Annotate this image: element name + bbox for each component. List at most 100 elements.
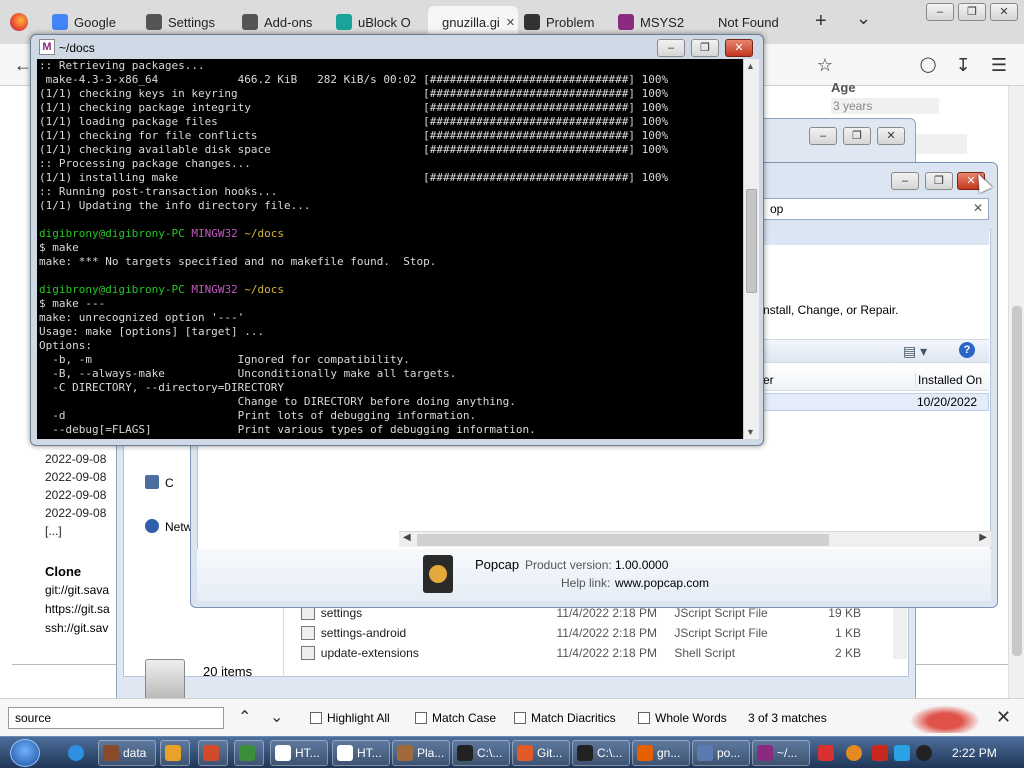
terminal-close-button[interactable]: ✕ — [725, 39, 753, 57]
terminal-line: Options: — [39, 339, 92, 352]
explorer-maximize-button[interactable]: ❐ — [843, 127, 871, 145]
file-row[interactable]: settings-android 11/4/2022 2:18 PM JScript… — [301, 623, 861, 643]
page-scrollbar[interactable] — [1008, 86, 1024, 698]
file-size: 1 KB — [834, 626, 861, 640]
horizontal-scrollbar[interactable]: ◀ ▶ — [399, 531, 991, 547]
age-column-header: Age — [831, 80, 856, 95]
taskbar-button[interactable] — [198, 740, 228, 766]
highlight-all-checkbox[interactable]: Highlight All — [310, 711, 390, 725]
internet-explorer-icon[interactable] — [68, 745, 84, 761]
taskbar-label: HT... — [295, 746, 320, 760]
maximize-button[interactable]: ❐ — [958, 3, 986, 21]
find-input[interactable]: source — [8, 707, 224, 729]
taskbar-button[interactable] — [160, 740, 190, 766]
whole-words-label: Whole Words — [655, 711, 727, 725]
clone-url[interactable]: https://git.sa — [45, 602, 110, 616]
new-tab-button[interactable]: + — [815, 10, 827, 33]
pocket-icon[interactable]: ◯ — [917, 54, 939, 76]
taskbar-button[interactable]: C:\... — [572, 740, 630, 766]
file-row[interactable]: update-extensions 11/4/2022 2:18 PM Shell … — [301, 643, 861, 663]
terminal-minimize-button[interactable]: – — [657, 39, 685, 57]
display-tray-icon[interactable] — [894, 745, 910, 761]
taskbar-button[interactable] — [234, 740, 264, 766]
column-publisher[interactable]: er — [763, 373, 774, 387]
column-installed-on[interactable]: Installed On — [915, 373, 982, 387]
clone-heading: Clone — [45, 564, 82, 579]
find-next-icon[interactable]: ⌄ — [270, 707, 283, 727]
start-button[interactable] — [10, 739, 40, 767]
help-link[interactable]: www.popcap.com — [615, 576, 709, 590]
match-diacritics-checkbox[interactable]: Match Diacritics — [514, 711, 616, 725]
taskbar-button[interactable]: Git... — [512, 740, 570, 766]
taskbar-label: Pla... — [417, 746, 445, 760]
drive-icon[interactable] — [145, 475, 159, 489]
bookmark-star-icon[interactable]: ☆ — [814, 54, 836, 76]
terminal-line: -B, --always-make Unconditionally make a… — [39, 367, 457, 380]
flag-tray-icon[interactable] — [872, 745, 888, 761]
system-clock[interactable]: 2:22 PM — [952, 746, 997, 760]
age-value: 3 years — [831, 98, 939, 114]
taskbar-button[interactable]: C:\... — [452, 740, 510, 766]
app-icon — [337, 745, 353, 761]
help-icon[interactable]: ? — [959, 342, 975, 358]
programs-minimize-button[interactable]: – — [891, 172, 919, 190]
nav-item-network[interactable]: Netw — [165, 520, 192, 534]
match-diacritics-label: Match Diacritics — [531, 711, 616, 725]
minimize-button[interactable]: – — [926, 3, 954, 21]
product-version: 1.00.0000 — [615, 558, 669, 572]
whole-words-checkbox[interactable]: Whole Words — [638, 711, 727, 725]
close-window-button[interactable]: ✕ — [990, 3, 1018, 21]
tab-label: Not Found — [718, 14, 779, 30]
clone-url[interactable]: git://git.sava — [45, 583, 109, 597]
file-size: 2 KB — [834, 646, 861, 660]
gear-icon — [146, 14, 162, 30]
terminal-line: (1/1) loading package files [###########… — [39, 115, 669, 128]
match-case-checkbox[interactable]: Match Case — [415, 711, 496, 725]
close-tab-icon[interactable]: ✕ — [506, 16, 515, 29]
taskbar-button[interactable]: po... — [692, 740, 750, 766]
file-name: settings — [320, 606, 363, 620]
taskbar-button[interactable]: gn... — [632, 740, 690, 766]
terminal-title: ~/docs — [59, 41, 95, 55]
download-icon[interactable]: ↧ — [952, 54, 974, 76]
app-icon — [103, 745, 119, 761]
file-date: 11/4/2022 2:18 PM — [556, 606, 658, 620]
explorer-scrollbar[interactable] — [893, 599, 907, 659]
taskbar-button[interactable]: data — [98, 740, 156, 766]
search-field[interactable]: op ✕ — [763, 198, 989, 220]
close-find-bar-icon[interactable]: ✕ — [996, 707, 1011, 728]
network-icon[interactable] — [145, 519, 159, 533]
nav-item-drive[interactable]: C — [165, 476, 174, 490]
highlight-all-label: Highlight All — [327, 711, 390, 725]
terminal-maximize-button[interactable]: ❐ — [691, 39, 719, 57]
view-options-icon[interactable]: ▤ ▾ — [903, 343, 927, 360]
programs-maximize-button[interactable]: ❐ — [925, 172, 953, 190]
search-tray-icon[interactable] — [846, 745, 862, 761]
audio-tray-icon[interactable] — [916, 745, 932, 761]
installed-date: 10/20/2022 — [917, 395, 978, 409]
file-type: Shell Script — [674, 646, 736, 660]
firefox-logo-icon[interactable] — [10, 13, 28, 31]
menu-icon[interactable]: ☰ — [988, 54, 1010, 76]
find-previous-icon[interactable]: ⌃ — [238, 707, 251, 727]
clear-search-icon[interactable]: ✕ — [973, 201, 983, 215]
terminal-line: (1/1) Updating the info directory file..… — [39, 199, 311, 212]
terminal-output[interactable]: :: Retrieving packages... make-4.3-3-x86… — [37, 59, 743, 439]
taskbar-button[interactable]: HT... — [332, 740, 390, 766]
taskbar-button[interactable]: ~/... — [752, 740, 810, 766]
explorer-minimize-button[interactable]: – — [809, 127, 837, 145]
file-name: update-extensions — [320, 646, 419, 660]
msys2-terminal-window: M ~/docs – ❐ ✕ :: Retrieving packages...… — [30, 34, 764, 446]
taskbar-button[interactable]: HT... — [270, 740, 328, 766]
more-link[interactable]: [...] — [45, 524, 106, 542]
vivaldi-tray-icon[interactable] — [818, 745, 834, 761]
terminal-scrollbar[interactable]: ▲ ▼ — [743, 59, 759, 439]
explorer-close-button[interactable]: ✕ — [877, 127, 905, 145]
search-value: op — [770, 202, 784, 216]
tab-list-icon[interactable]: ⌄ — [856, 8, 871, 29]
clone-url[interactable]: ssh://git.sav — [45, 621, 108, 635]
file-type: JScript Script File — [674, 606, 768, 620]
taskbar-button[interactable]: Pla... — [392, 740, 450, 766]
